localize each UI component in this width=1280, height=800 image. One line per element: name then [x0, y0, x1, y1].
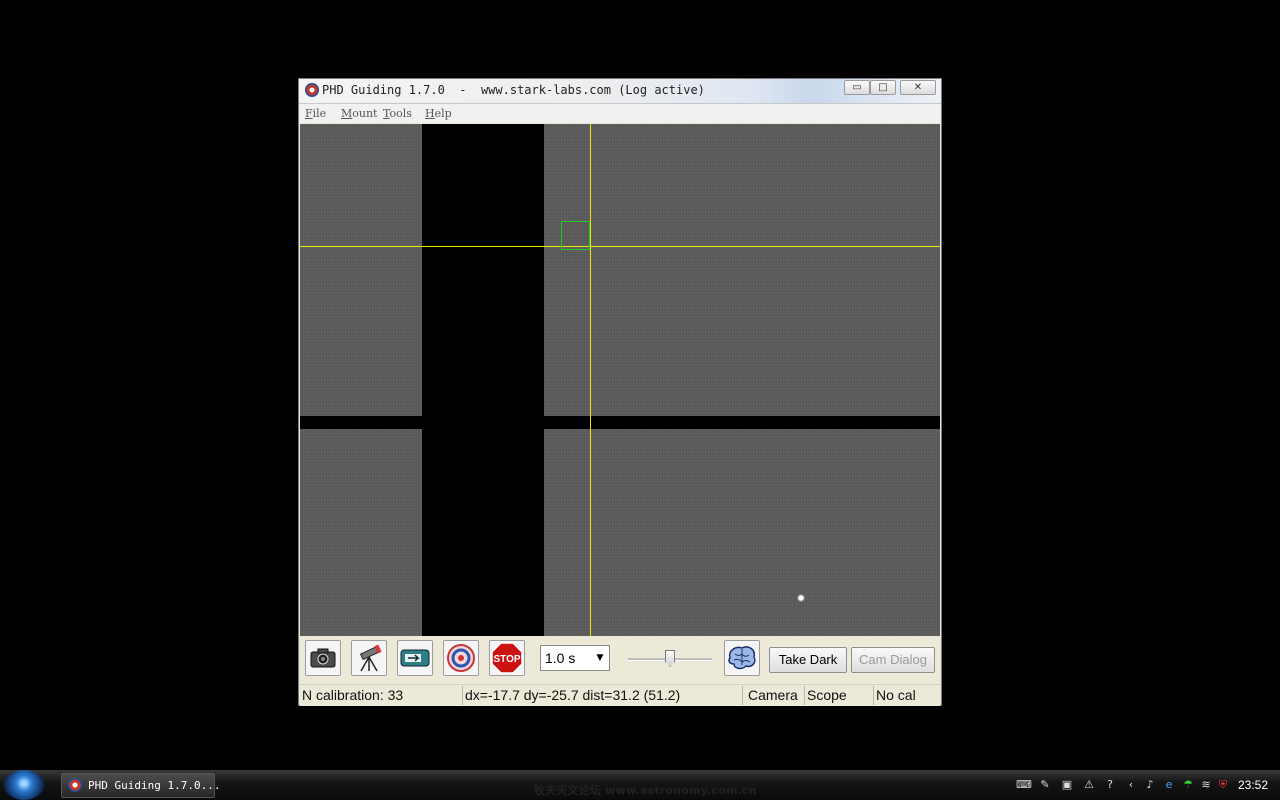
dark-column-band	[422, 124, 544, 636]
display-icon[interactable]: ▣	[1060, 778, 1074, 792]
advanced-settings-button[interactable]	[724, 640, 760, 676]
camera-icon	[310, 648, 336, 668]
close-button[interactable]: ✕	[900, 80, 936, 95]
phd-guide-button[interactable]	[443, 640, 479, 676]
chevron-down-icon[interactable]: ▼	[591, 646, 609, 670]
connect-camera-button[interactable]	[397, 640, 433, 676]
crosshair-vertical	[590, 124, 591, 636]
ie-icon[interactable]: e	[1162, 778, 1176, 792]
guide-star-selection-box[interactable]	[561, 221, 590, 250]
menu-bar: File Mount Tools Help	[299, 104, 941, 123]
phd-app-icon	[305, 83, 319, 97]
exposure-value: 1.0 s	[545, 650, 576, 666]
loop-exposure-button[interactable]	[305, 640, 341, 676]
wifi-icon[interactable]: ≋	[1199, 778, 1213, 792]
network-icon[interactable]: ⚠	[1082, 778, 1096, 792]
keyboard-icon[interactable]: ⌨	[1016, 778, 1032, 792]
cam-dialog-button[interactable]: Cam Dialog	[851, 647, 935, 673]
window-title: PHD Guiding 1.7.0 - www.stark-labs.com (…	[322, 83, 705, 97]
chevron-left-icon[interactable]: ‹	[1124, 778, 1138, 792]
gamma-slider[interactable]	[628, 649, 712, 669]
menu-file[interactable]: File	[305, 107, 326, 120]
camera-connect-icon	[400, 649, 430, 667]
connect-telescope-button[interactable]	[351, 640, 387, 676]
start-button[interactable]	[4, 770, 44, 800]
menu-mount[interactable]: Mount	[341, 107, 377, 120]
forum-watermark: 牧夫天文论坛 www.astronomy.com.cn	[534, 784, 757, 797]
shield-icon[interactable]: ⛨	[1216, 778, 1230, 792]
status-guide-offset: dx=-17.7 dy=-25.7 dist=31.2 (51.2)	[463, 686, 743, 705]
toolbar: STOP 1.0 s ▼ Take Dark Cam Dialog	[300, 636, 940, 684]
help-icon[interactable]: ?	[1103, 778, 1117, 792]
title-bar[interactable]: PHD Guiding 1.7.0 - www.stark-labs.com (…	[299, 79, 941, 104]
taskbar-item-phd-guiding[interactable]: PHD Guiding 1.7.0...	[61, 773, 220, 798]
phd-logo-icon	[447, 644, 475, 672]
stop-button[interactable]: STOP	[489, 640, 525, 676]
telescope-icon	[359, 644, 382, 672]
status-message: N calibration: 33	[300, 686, 463, 705]
crosshair-horizontal	[300, 246, 940, 247]
system-clock[interactable]: 23:52	[1238, 778, 1268, 792]
status-scope: Scope	[805, 686, 874, 705]
volume-icon[interactable]: ♪	[1143, 778, 1157, 792]
dark-row-band	[300, 416, 940, 429]
minimize-button[interactable]: ▭	[844, 80, 870, 95]
take-dark-button[interactable]: Take Dark	[769, 647, 847, 673]
stop-label: STOP	[493, 654, 520, 665]
status-camera: Camera	[743, 686, 805, 705]
brain-icon	[728, 646, 756, 670]
stop-icon: STOP	[491, 642, 523, 674]
taskbar: PHD Guiding 1.7.0... 牧夫天文论坛 www.astronom…	[0, 770, 1280, 800]
exposure-duration-select[interactable]: 1.0 s ▼	[540, 645, 610, 671]
umbrella-icon[interactable]: ☂	[1181, 778, 1195, 792]
slider-thumb[interactable]	[665, 650, 675, 667]
menu-tools[interactable]: Tools	[383, 107, 412, 120]
guide-star[interactable]	[797, 594, 805, 602]
maximize-button[interactable]: □	[870, 80, 896, 95]
status-bar: N calibration: 33 dx=-17.7 dy=-25.7 dist…	[300, 684, 940, 706]
pen-icon[interactable]: ✎	[1038, 778, 1052, 792]
guide-camera-image[interactable]	[300, 124, 940, 636]
phd-app-icon	[68, 778, 82, 792]
taskbar-item-label: PHD Guiding 1.7.0...	[88, 779, 221, 792]
status-calibration: No cal	[876, 687, 916, 703]
phd-guiding-window: PHD Guiding 1.7.0 - www.stark-labs.com (…	[298, 78, 942, 706]
menu-help[interactable]: Help	[425, 107, 452, 120]
